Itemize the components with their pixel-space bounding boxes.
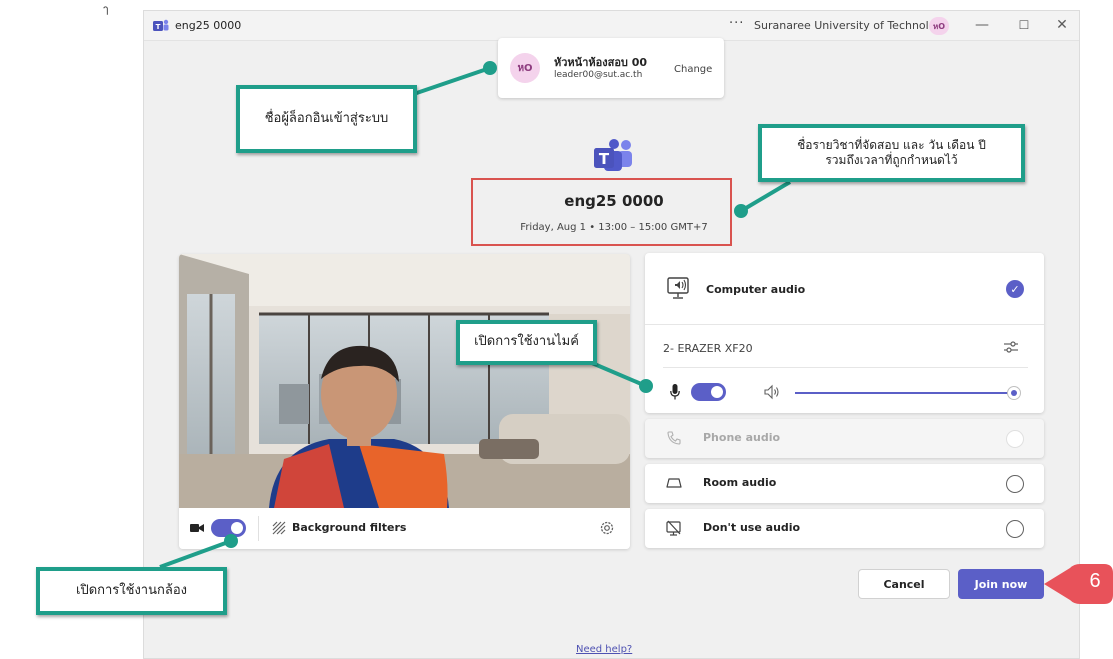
video-controls: Background filters — [179, 508, 630, 549]
account-name: หัวหน้าห้องสอบ 00 — [554, 56, 648, 69]
microphone-icon — [670, 384, 680, 400]
video-preview-panel: Background filters — [179, 254, 630, 549]
join-now-button[interactable]: Join now — [958, 569, 1044, 599]
phone-audio-radio — [1006, 430, 1024, 448]
change-account-link[interactable]: Change — [674, 64, 712, 75]
course-info-callout-line2: รวมถึงเวลาที่ถูกกำหนดไว้ — [825, 153, 958, 167]
svg-text:T: T — [599, 150, 610, 168]
controls-divider — [258, 516, 259, 541]
more-options-icon[interactable]: ··· — [729, 16, 744, 31]
phone-audio-label: Phone audio — [703, 431, 781, 444]
microphone-callout: เปิดการใช้งานไมค์ — [456, 320, 597, 365]
close-button[interactable]: ✕ — [1050, 14, 1074, 36]
room-audio-radio[interactable] — [1006, 475, 1024, 493]
microphone-toggle[interactable] — [691, 383, 726, 401]
step-number: 6 — [1089, 570, 1101, 592]
room-audio-icon — [666, 478, 682, 488]
speaker-icon — [764, 384, 779, 400]
computer-audio-check-icon: ✓ — [1006, 280, 1024, 298]
need-help-link[interactable]: Need help? — [576, 644, 632, 655]
room-audio-label: Room audio — [703, 476, 777, 489]
minimize-button[interactable]: — — [970, 14, 994, 36]
account-card: หO หัวหน้าห้องสอบ 00 leader00@sut.ac.th … — [498, 38, 724, 98]
phone-icon — [667, 431, 681, 445]
no-audio-option[interactable]: Don't use audio — [645, 509, 1044, 548]
computer-audio-option[interactable]: Computer audio ✓ — [645, 253, 1044, 325]
meeting-info-highlight — [471, 178, 732, 246]
cancel-button[interactable]: Cancel — [858, 569, 950, 599]
computer-audio-card[interactable]: Computer audio ✓ 2- ERAZER XF20 — [645, 253, 1044, 413]
teams-logo-icon: T — [594, 139, 632, 171]
login-name-callout-text: ชื่อผู้ล็อกอินเข้าสู่ระบบ — [264, 110, 389, 126]
microphone-callout-text: เปิดการใช้งานไมค์ — [474, 334, 579, 350]
no-audio-label: Don't use audio — [703, 521, 801, 534]
computer-audio-label: Computer audio — [706, 283, 806, 296]
no-audio-radio[interactable] — [1006, 520, 1024, 538]
background-filters-icon — [272, 521, 286, 535]
camera-icon — [190, 524, 204, 532]
account-avatar: หO — [510, 53, 540, 83]
course-info-callout-line1: ชื่อรายวิชาที่จัดสอบ และ วัน เดือน ปี — [797, 138, 986, 152]
volume-slider-track[interactable] — [795, 392, 1013, 394]
organization-name: Suranaree University of Technology — [754, 19, 949, 32]
audio-device-name: 2- ERAZER XF20 — [663, 342, 753, 355]
volume-slider-thumb[interactable] — [1007, 386, 1021, 400]
device-divider — [663, 367, 1028, 368]
account-email: leader00@sut.ac.th — [554, 70, 643, 80]
camera-callout-text: เปิดการใช้งานกล้อง — [76, 582, 187, 598]
gear-icon[interactable] — [599, 520, 615, 536]
course-info-callout: ชื่อรายวิชาที่จัดสอบ และ วัน เดือน ปี รว… — [758, 124, 1025, 182]
title-avatar[interactable]: หO — [929, 17, 949, 35]
phone-audio-option: Phone audio — [645, 419, 1044, 458]
maximize-button[interactable]: ☐ — [1012, 14, 1036, 36]
camera-callout: เปิดการใช้งานกล้อง — [36, 567, 227, 615]
computer-audio-icon — [667, 277, 689, 299]
teams-app-icon: T — [153, 19, 169, 31]
svg-text:T: T — [156, 23, 161, 31]
camera-preview — [179, 254, 630, 508]
room-audio-option[interactable]: Room audio — [645, 464, 1044, 503]
camera-toggle[interactable] — [211, 519, 246, 537]
no-audio-icon — [666, 520, 681, 536]
title-bar: T eng25 0000 ··· Suranaree University of… — [144, 11, 1079, 41]
stray-mark: ๅ — [103, 3, 109, 16]
login-name-callout: ชื่อผู้ล็อกอินเข้าสู่ระบบ — [236, 85, 417, 153]
device-settings-icon[interactable] — [1002, 338, 1020, 356]
window-title: eng25 0000 — [175, 19, 242, 32]
background-filters-button[interactable]: Background filters — [292, 521, 406, 534]
